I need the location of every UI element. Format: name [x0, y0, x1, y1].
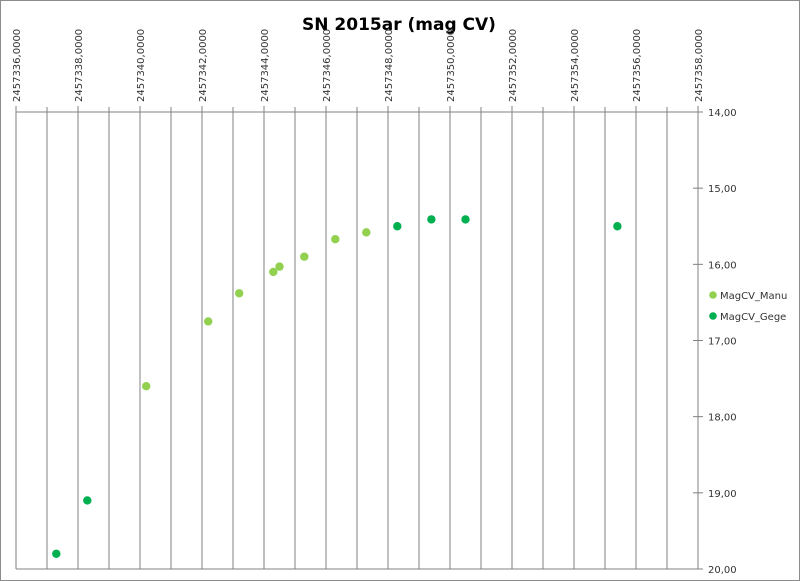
x-tick-label: 2457344,0000: [260, 29, 271, 102]
data-point: [235, 289, 244, 298]
x-tick-label: 2457346,0000: [322, 29, 333, 102]
y-tick-label: 17,00: [708, 337, 737, 348]
legend: MagCV_Manu MagCV_Gege: [709, 291, 787, 323]
x-tick-label: 2457338,0000: [74, 29, 85, 102]
data-point: [331, 234, 340, 244]
legend-marker: [709, 312, 717, 320]
x-tick-labels: 2457336,0000 2457338,0000 2457340,0000 2457…: [12, 29, 705, 102]
x-tick-label: 2457356,0000: [632, 29, 643, 102]
legend-marker: [709, 291, 717, 299]
y-tick-labels: 14,00 15,00 16,00 17,00 18,00 19,00 20,00: [708, 108, 737, 576]
x-tick-label: 2457352,0000: [508, 29, 519, 102]
data-point: [52, 549, 61, 558]
x-tick-label: 2457348,0000: [384, 29, 395, 102]
data-point: [461, 215, 470, 224]
chart-svg: SN 2015ar (mag CV) 2457336,0000 2457338,0…: [12, 15, 787, 576]
axes: [15, 106, 703, 570]
data-point: [275, 262, 284, 271]
y-tick-label: 18,00: [708, 413, 737, 424]
data-points: [52, 215, 622, 558]
y-tick-label: 16,00: [708, 260, 737, 271]
data-point: [300, 252, 309, 261]
x-tick-label: 2457350,0000: [446, 29, 457, 102]
series-MagCV_Gege: [52, 215, 622, 558]
data-point: [142, 382, 151, 391]
x-tick-label: 2457342,0000: [198, 29, 209, 102]
data-point: [613, 222, 622, 231]
series-MagCV_Manu: [142, 228, 371, 391]
x-tick-label: 2457336,0000: [12, 29, 23, 102]
legend-label: MagCV_Gege: [720, 312, 786, 323]
grid-lines: [15, 107, 699, 569]
x-tick-label: 2457354,0000: [570, 29, 581, 102]
y-tick-label: 14,00: [708, 108, 737, 119]
data-point: [427, 215, 436, 224]
data-point: [362, 228, 371, 237]
y-tick-label: 15,00: [708, 184, 737, 195]
data-point: [204, 317, 213, 326]
x-tick-label: 2457358,0000: [694, 29, 705, 102]
legend-label: MagCV_Manu: [720, 291, 787, 302]
data-point: [393, 222, 402, 231]
data-point: [83, 496, 92, 505]
x-tick-label: 2457340,0000: [136, 29, 147, 102]
y-tick-label: 19,00: [708, 489, 737, 500]
y-tick-label: 20,00: [708, 565, 737, 576]
